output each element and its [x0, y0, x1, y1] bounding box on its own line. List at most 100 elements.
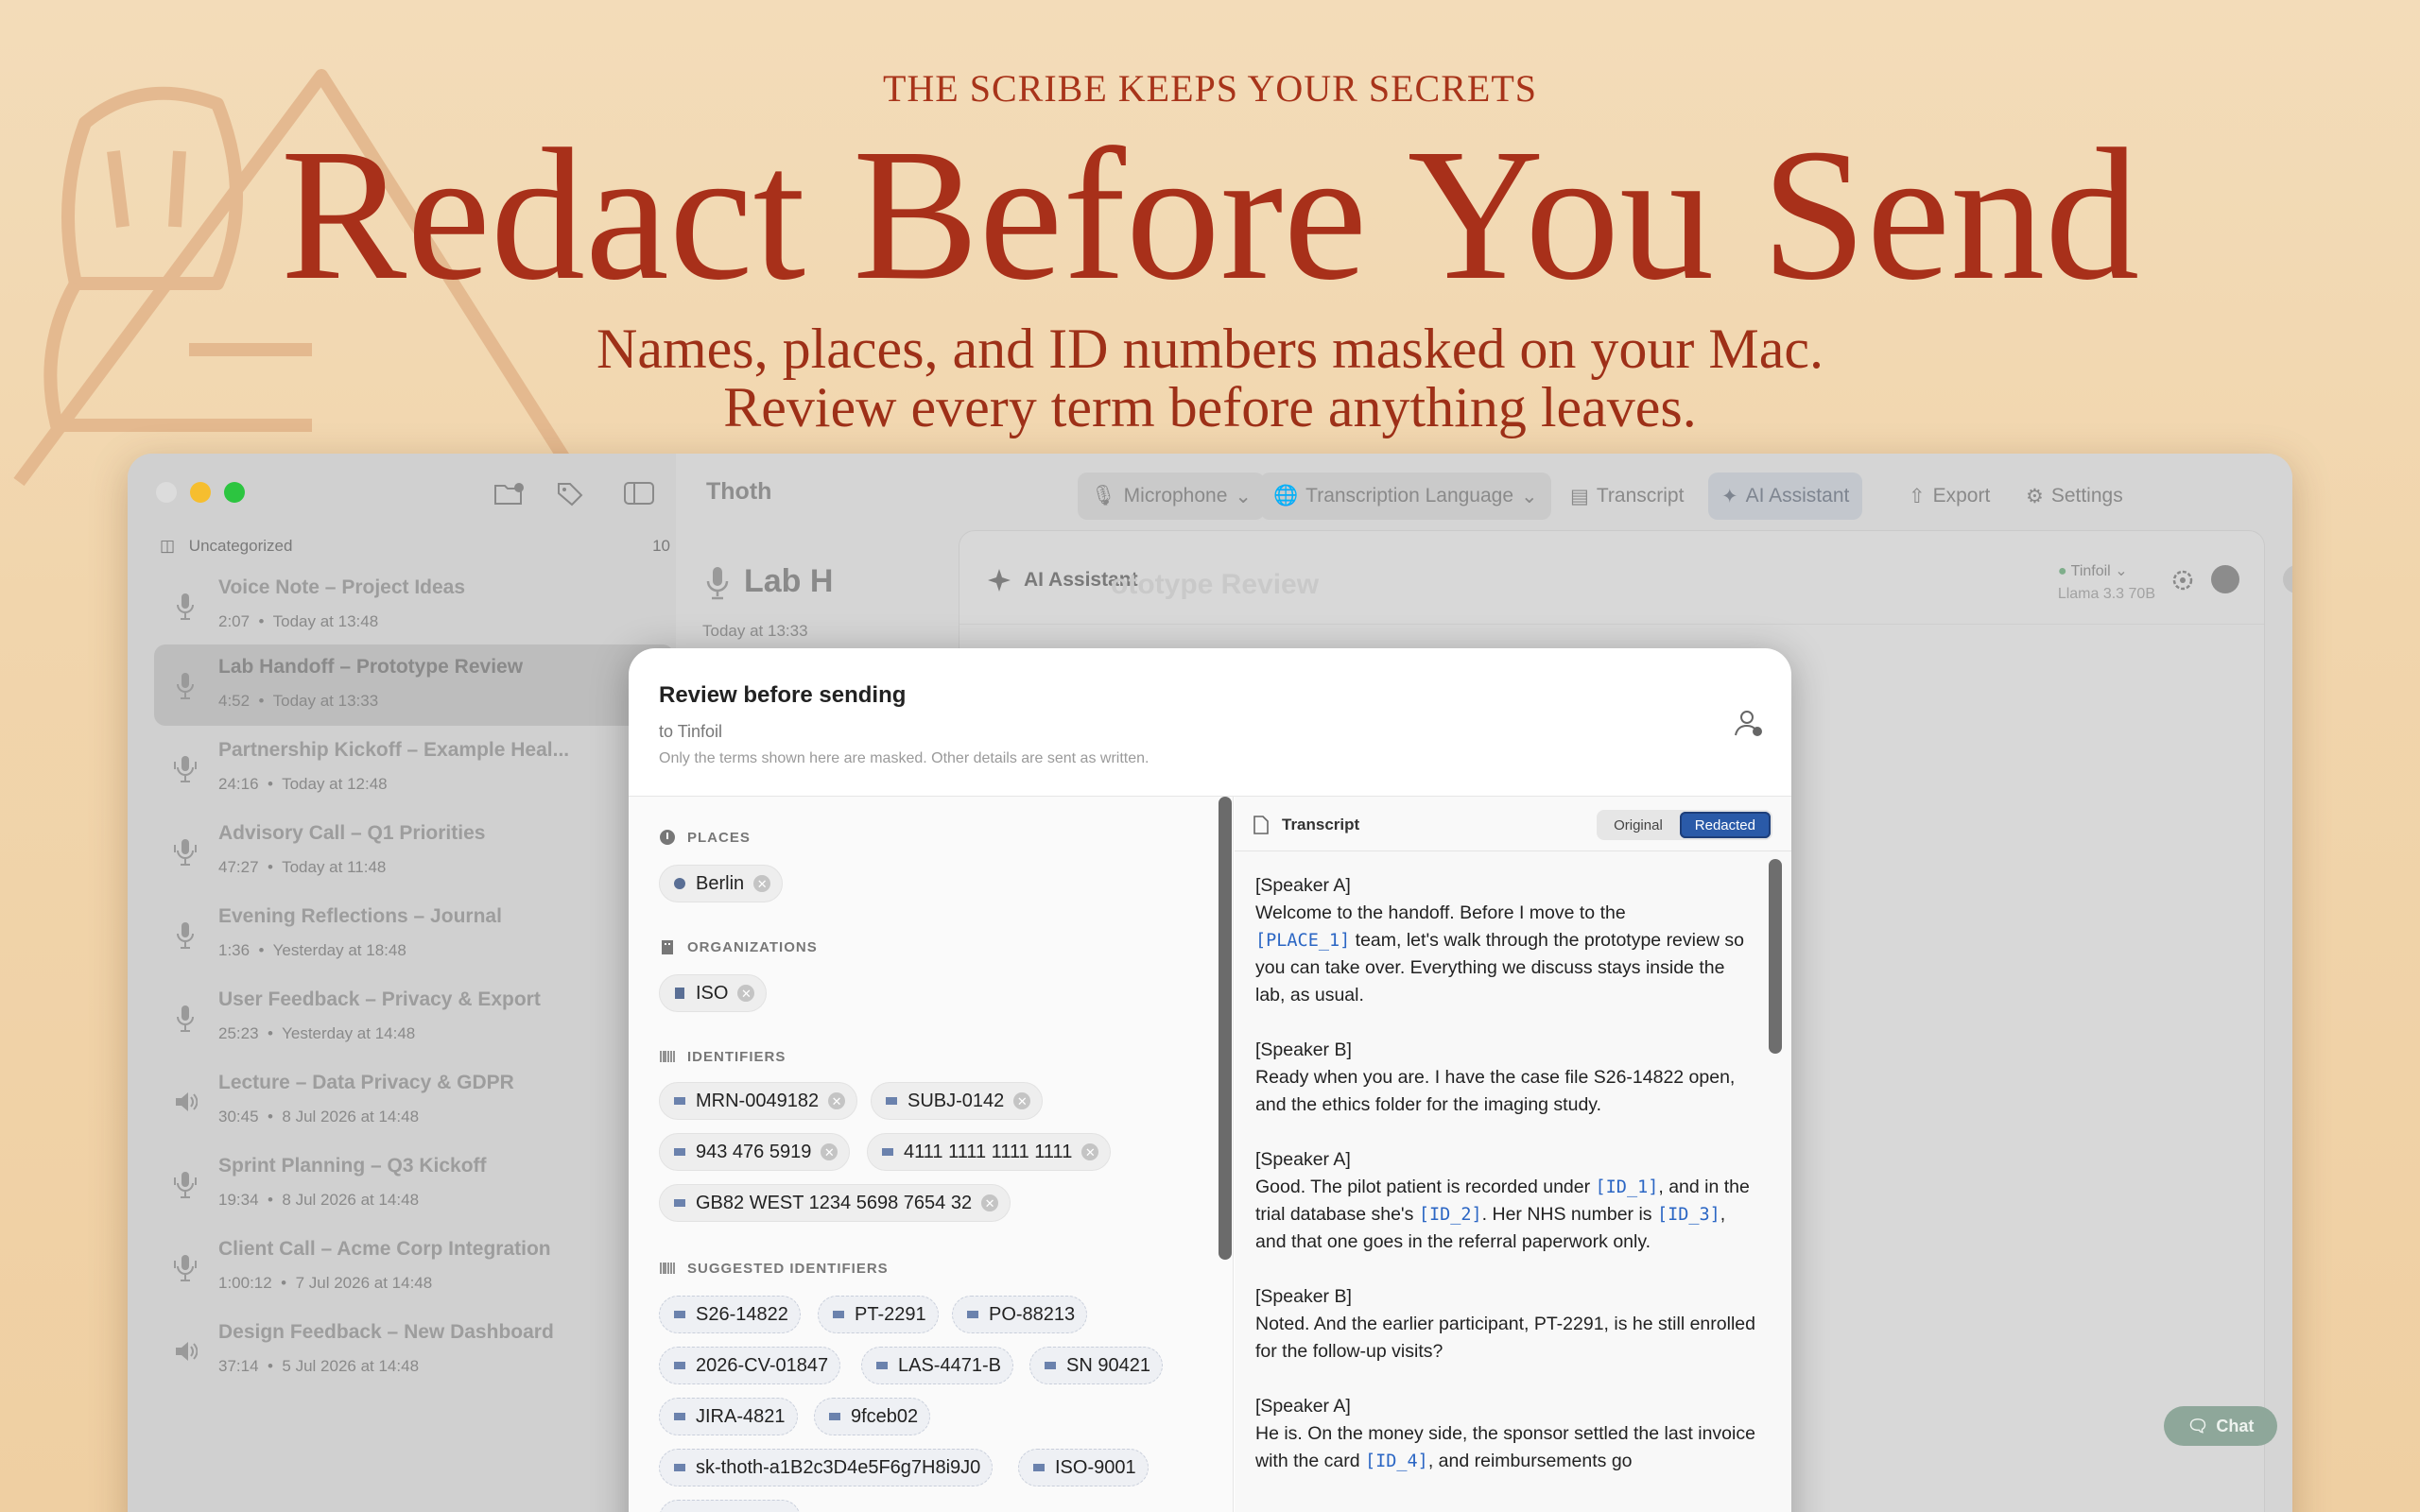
original-option[interactable]: Original	[1599, 812, 1678, 838]
suggested-term-chip[interactable]: S26-14822	[659, 1296, 801, 1333]
sidebar-group-header[interactable]: ◫ Uncategorized 10	[160, 537, 670, 556]
chat-label: Chat	[2216, 1416, 2255, 1435]
term-chip-place[interactable]: Berlin ✕	[659, 865, 784, 902]
recording-list-item[interactable]: Partnership Kickoff – Example Heal... 24…	[154, 728, 674, 809]
model-selector[interactable]: ● Tinfoil ⌄ Llama 3.3 70B	[2058, 561, 2155, 603]
recording-list-item[interactable]: Client Call – Acme Corp Integration 1:00…	[154, 1227, 674, 1308]
recording-list-item[interactable]: Lecture – Data Privacy & GDPR 30:45 • 8 …	[154, 1060, 674, 1142]
suggested-term-chip[interactable]: PO-88213	[952, 1296, 1088, 1333]
waveform-icon[interactable]	[2283, 565, 2292, 593]
recording-list-item[interactable]: User Feedback – Privacy & Export 25:23 •…	[154, 977, 674, 1058]
recording-meta: 37:14 • 5 Jul 2026 at 14:48	[218, 1357, 420, 1375]
recording-meta: 24:16 • Today at 12:48	[218, 775, 388, 793]
term-chip-identifier[interactable]: 4111 1111 1111 1111 ✕	[867, 1133, 1112, 1171]
close-window-button[interactable]	[156, 482, 177, 503]
speaker-label: [Speaker A]	[1255, 875, 1351, 896]
note-time: Today at 13:33	[702, 622, 808, 640]
redaction-token: [ID_2]	[1418, 1205, 1482, 1225]
ai-assistant-button[interactable]: ✦ AI Assistant	[1708, 472, 1863, 520]
close-icon[interactable]	[2211, 565, 2239, 593]
export-label: Export	[1932, 485, 1991, 507]
recording-title: Partnership Kickoff – Example Heal...	[218, 739, 570, 761]
person-check-icon[interactable]	[1733, 707, 1765, 739]
recording-title: Client Call – Acme Corp Integration	[218, 1238, 551, 1260]
gear-icon[interactable]	[2169, 567, 2196, 593]
remove-term-icon[interactable]: ✕	[981, 1194, 999, 1211]
suggested-term-chip[interactable]: 2026-CV-01847	[659, 1347, 841, 1384]
scrollbar[interactable]	[1769, 859, 1782, 1054]
transcript-header: Transcript Original Redacted	[1235, 797, 1791, 851]
remove-term-icon[interactable]: ✕	[753, 875, 771, 892]
suggested-term-chip[interactable]: 9fceb02	[814, 1398, 931, 1435]
sidebar-toggle-icon[interactable]	[623, 480, 655, 507]
term-chip-identifier[interactable]: 943 476 5919 ✕	[659, 1133, 851, 1171]
chevron-down-icon: ⌄	[2115, 563, 2128, 579]
suggested-term-chip[interactable]: sk-thoth-a1B2c3D4e5F6g7H8i9J0	[659, 1449, 994, 1486]
recording-list-item[interactable]: Advisory Call – Q1 Priorities 47:27 • To…	[154, 811, 674, 892]
terms-list: PLACES Berlin ✕ ORGANIZATIONS ISO ✕ IDEN…	[629, 797, 1234, 1512]
mic-icon	[177, 1005, 194, 1032]
recording-list-item[interactable]: Evening Reflections – Journal 1:36 • Yes…	[154, 894, 674, 975]
globe-icon: 🌐	[1273, 485, 1299, 507]
pin-icon	[660, 830, 675, 845]
export-button[interactable]: ⇧ Export	[1895, 472, 2003, 520]
suggested-term-chip[interactable]: JIRA-4821	[659, 1398, 798, 1435]
recording-list-item[interactable]: Design Feedback – New Dashboard 37:14 • …	[154, 1310, 674, 1391]
recording-meta: 1:36 • Yesterday at 18:48	[218, 941, 406, 959]
remove-term-icon[interactable]: ✕	[737, 985, 755, 1002]
recording-title: Design Feedback – New Dashboard	[218, 1321, 554, 1343]
settings-button[interactable]: ⚙ Settings	[2013, 472, 2136, 520]
microphone-dropdown[interactable]: 🎙 Microphone ⌄	[1078, 472, 1266, 520]
barcode-icon	[967, 1311, 978, 1318]
speaker-icon	[176, 1092, 198, 1111]
barcode-icon	[674, 1097, 685, 1105]
suggested-term-chip[interactable]: PT-2291	[818, 1296, 939, 1333]
recording-list-item[interactable]: Sprint Planning – Q3 Kickoff 19:34 • 8 J…	[154, 1143, 674, 1225]
subheadline-line-2: Review every term before anything leaves…	[723, 376, 1697, 438]
tag-icon[interactable]	[553, 480, 585, 507]
ai-assistant-label: AI Assistant	[1745, 485, 1850, 507]
original-redacted-toggle[interactable]: Original Redacted	[1597, 810, 1772, 840]
recording-list-item-selected[interactable]: Lab Handoff – Prototype Review 4:52 • To…	[154, 644, 674, 726]
settings-label: Settings	[2050, 485, 2123, 507]
mic-icon	[706, 567, 729, 600]
mic-waves-icon	[174, 839, 197, 866]
divider	[959, 624, 2264, 625]
mic-waves-icon	[174, 1255, 197, 1281]
suggested-term-chip[interactable]	[659, 1500, 801, 1512]
barcode-icon	[829, 1413, 840, 1420]
suggested-term-chip[interactable]: ISO-9001	[1018, 1449, 1149, 1486]
mic-icon	[177, 922, 194, 949]
suggested-term-chip[interactable]: SN 90421	[1029, 1347, 1163, 1384]
transcript-paragraph: Welcome to the handoff. Before I move to…	[1255, 902, 1744, 1005]
speaker-label: [Speaker B]	[1255, 1040, 1352, 1060]
term-chip-identifier[interactable]: MRN-0049182 ✕	[659, 1082, 858, 1120]
transcript-icon: ▤	[1570, 485, 1589, 507]
speaker-label: [Speaker A]	[1255, 1149, 1351, 1170]
suggested-term-chip[interactable]: LAS-4471-B	[861, 1347, 1013, 1384]
zoom-window-button[interactable]	[224, 482, 245, 503]
scrollbar[interactable]	[1219, 797, 1232, 1260]
transcript-button[interactable]: ▤ Transcript	[1557, 472, 1697, 520]
chat-button[interactable]: 🗨 Chat	[2164, 1406, 2277, 1446]
recording-meta: 1:00:12 • 7 Jul 2026 at 14:48	[218, 1274, 433, 1292]
term-chip-organization[interactable]: ISO ✕	[659, 974, 768, 1012]
term-chip-identifier[interactable]: SUBJ-0142 ✕	[871, 1082, 1044, 1120]
minimize-window-button[interactable]	[190, 482, 211, 503]
remove-term-icon[interactable]: ✕	[821, 1143, 838, 1160]
term-chip-identifier[interactable]: GB82 WEST 1234 5698 7654 32 ✕	[659, 1184, 1011, 1222]
remove-term-icon[interactable]: ✕	[1013, 1092, 1031, 1109]
transcript-preview: Transcript Original Redacted [Speaker A]…	[1235, 797, 1791, 1512]
mic-icon: 🎙	[1091, 485, 1116, 507]
new-folder-icon[interactable]	[493, 480, 525, 507]
remove-term-icon[interactable]: ✕	[828, 1092, 846, 1109]
redacted-option[interactable]: Redacted	[1679, 812, 1771, 838]
recording-title: Lab Handoff – Prototype Review	[218, 656, 524, 678]
recording-meta: 25:23 • Yesterday at 14:48	[218, 1024, 416, 1042]
transcription-language-dropdown[interactable]: 🌐 Transcription Language ⌄	[1260, 472, 1551, 520]
recording-title: Sprint Planning – Q3 Kickoff	[218, 1155, 487, 1177]
sidebar: ◫ Uncategorized 10 Voice Note – Project …	[128, 454, 676, 1512]
remove-term-icon[interactable]: ✕	[1081, 1143, 1099, 1160]
barcode-icon	[833, 1311, 844, 1318]
recording-list-item[interactable]: Voice Note – Project Ideas 2:07 • Today …	[154, 565, 674, 646]
